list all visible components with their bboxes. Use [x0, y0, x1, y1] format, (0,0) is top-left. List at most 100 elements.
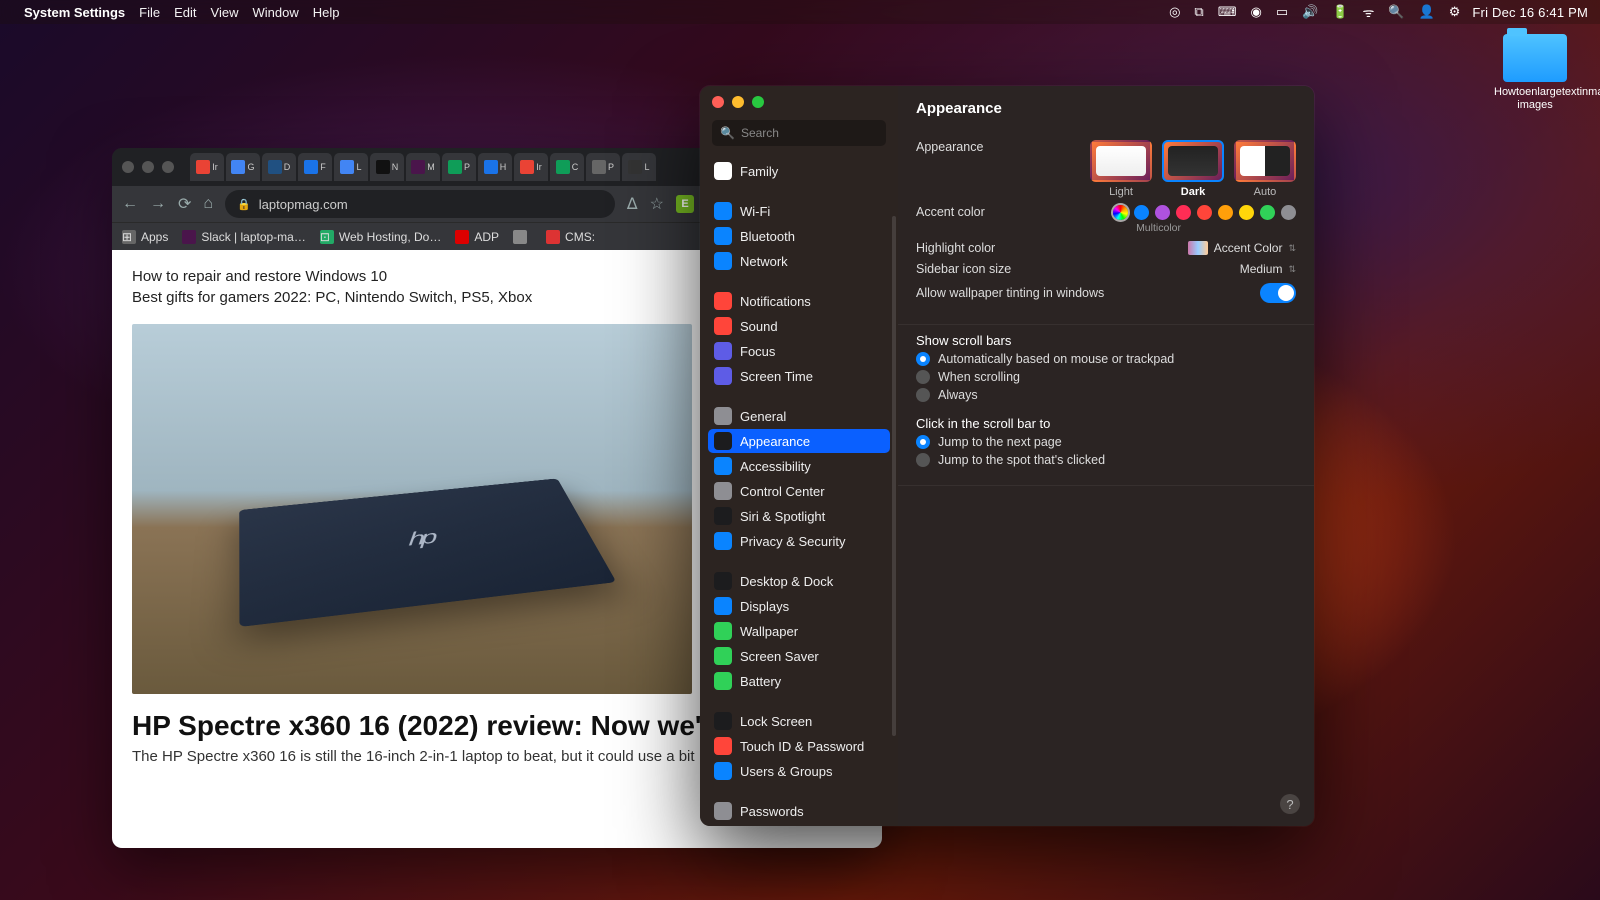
- browser-tab[interactable]: G: [226, 153, 260, 181]
- status-target-icon[interactable]: ◉: [1250, 4, 1261, 20]
- status-volume-icon[interactable]: 🔊: [1302, 4, 1318, 20]
- browser-tab[interactable]: P: [586, 153, 620, 181]
- scrollclick-option[interactable]: Jump to the next page: [916, 435, 1296, 449]
- browser-tab[interactable]: L: [334, 153, 368, 181]
- bookmark-item[interactable]: Slack | laptop-ma…: [182, 230, 306, 244]
- bookmark-label: CMS:: [565, 230, 595, 244]
- sidebar-item-accessibility[interactable]: Accessibility: [708, 454, 890, 478]
- share-button[interactable]: ᐃ: [627, 194, 638, 214]
- menu-help[interactable]: Help: [313, 5, 340, 20]
- bookmark-item[interactable]: ADP: [455, 230, 499, 244]
- accent-swatch[interactable]: [1281, 205, 1296, 220]
- menubar-clock[interactable]: Fri Dec 16 6:41 PM: [1472, 5, 1588, 20]
- accent-swatch[interactable]: [1176, 205, 1191, 220]
- reload-button[interactable]: ⟳: [178, 194, 191, 214]
- zoom-button[interactable]: [752, 96, 764, 108]
- forward-button[interactable]: →: [150, 195, 166, 213]
- status-app-icon[interactable]: ◎: [1169, 4, 1180, 20]
- accent-swatch[interactable]: [1260, 205, 1275, 220]
- sidebar-scrollbar[interactable]: [892, 216, 896, 736]
- sidebar-item-passwords[interactable]: Passwords: [708, 799, 890, 823]
- browser-tab[interactable]: D: [262, 153, 296, 181]
- sidebar-item-notifications[interactable]: Notifications: [708, 289, 890, 313]
- back-button[interactable]: ←: [122, 195, 138, 213]
- appearance-mode-auto[interactable]: Auto: [1234, 140, 1296, 198]
- minimize-button[interactable]: [732, 96, 744, 108]
- status-wifi-icon[interactable]: ᯤ: [1363, 3, 1375, 21]
- sidebar-item-touch-id-password[interactable]: Touch ID & Password: [708, 734, 890, 758]
- accent-swatch[interactable]: [1113, 205, 1128, 220]
- browser-tab[interactable]: Ir: [190, 153, 224, 181]
- bookmark-star-icon[interactable]: ☆: [650, 194, 664, 214]
- sidebar-item-siri-spotlight[interactable]: Siri & Spotlight: [708, 504, 890, 528]
- menu-edit[interactable]: Edit: [174, 5, 196, 20]
- browser-tab[interactable]: N: [370, 153, 404, 181]
- menu-window[interactable]: Window: [252, 5, 298, 20]
- bookmark-item[interactable]: ⊡Web Hosting, Do…: [320, 230, 442, 244]
- tint-toggle[interactable]: [1260, 283, 1296, 303]
- bookmark-item[interactable]: ⊞Apps: [122, 230, 168, 244]
- browser-tab[interactable]: C: [550, 153, 584, 181]
- status-control-center-icon[interactable]: ⚙: [1449, 4, 1461, 20]
- sidebar-item-icon: [714, 672, 732, 690]
- sidebar-item-wallpaper[interactable]: Wallpaper: [708, 619, 890, 643]
- status-battery-icon[interactable]: 🔋: [1332, 4, 1348, 20]
- sidebar-item-displays[interactable]: Displays: [708, 594, 890, 618]
- sidebar-item-wi-fi[interactable]: Wi-Fi: [708, 199, 890, 223]
- accent-swatch[interactable]: [1197, 205, 1212, 220]
- status-user-icon[interactable]: 👤: [1419, 4, 1435, 20]
- sidebar-item-screen-saver[interactable]: Screen Saver: [708, 644, 890, 668]
- browser-tab[interactable]: L: [622, 153, 656, 181]
- appearance-mode-dark[interactable]: Dark: [1162, 140, 1224, 198]
- browser-tab[interactable]: M: [406, 153, 440, 181]
- extension-icon[interactable]: E: [676, 195, 694, 213]
- bookmark-item[interactable]: [513, 230, 532, 244]
- home-button[interactable]: ⌂: [203, 195, 213, 213]
- status-spotlight-icon[interactable]: 🔍: [1388, 4, 1404, 20]
- search-input[interactable]: 🔍 Search: [712, 120, 886, 146]
- appearance-mode-light[interactable]: Light: [1090, 140, 1152, 198]
- radio-label: Always: [938, 388, 978, 402]
- accent-swatch[interactable]: [1239, 205, 1254, 220]
- address-bar[interactable]: 🔒 laptopmag.com: [225, 190, 615, 218]
- sidebar-item-screen-time[interactable]: Screen Time: [708, 364, 890, 388]
- sidebar-item-bluetooth[interactable]: Bluetooth: [708, 224, 890, 248]
- browser-tab[interactable]: H: [478, 153, 512, 181]
- sidebar-item-appearance[interactable]: Appearance: [708, 429, 890, 453]
- scrollclick-option[interactable]: Jump to the spot that's clicked: [916, 453, 1296, 467]
- sidebar-item-focus[interactable]: Focus: [708, 339, 890, 363]
- sidebar-item-desktop-dock[interactable]: Desktop & Dock: [708, 569, 890, 593]
- accent-swatch[interactable]: [1155, 205, 1170, 220]
- sidebar-item-family[interactable]: Family: [708, 159, 890, 183]
- sidebar-item-lock-screen[interactable]: Lock Screen: [708, 709, 890, 733]
- browser-tab[interactable]: Ir: [514, 153, 548, 181]
- sidebar-item-sound[interactable]: Sound: [708, 314, 890, 338]
- bookmark-item[interactable]: CMS:: [546, 230, 595, 244]
- help-button[interactable]: ?: [1280, 794, 1300, 814]
- accent-swatch[interactable]: [1134, 205, 1149, 220]
- close-button[interactable]: [712, 96, 724, 108]
- status-display-icon[interactable]: ▭: [1276, 4, 1288, 20]
- scrollbars-option[interactable]: Always: [916, 388, 1296, 402]
- sidebar-item-network[interactable]: Network: [708, 249, 890, 273]
- app-menu[interactable]: System Settings: [24, 5, 125, 20]
- status-screenshare-icon[interactable]: ⧉: [1194, 4, 1203, 20]
- accent-swatch[interactable]: [1218, 205, 1233, 220]
- sidebar-item-battery[interactable]: Battery: [708, 669, 890, 693]
- sidebar-item-users-groups[interactable]: Users & Groups: [708, 759, 890, 783]
- desktop-folder[interactable]: HowtoenlargetextinmacOS images: [1494, 34, 1576, 112]
- menu-view[interactable]: View: [211, 5, 239, 20]
- browser-tab[interactable]: P: [442, 153, 476, 181]
- status-keyboard-icon[interactable]: ⌨: [1218, 4, 1237, 20]
- sidebar-item-control-center[interactable]: Control Center: [708, 479, 890, 503]
- sidebar-item-privacy-security[interactable]: Privacy & Security: [708, 529, 890, 553]
- window-controls[interactable]: [712, 96, 886, 108]
- menu-file[interactable]: File: [139, 5, 160, 20]
- iconsize-popup[interactable]: Medium ⇅: [1240, 262, 1296, 276]
- scrollbars-option[interactable]: Automatically based on mouse or trackpad: [916, 352, 1296, 366]
- window-controls-inactive[interactable]: [122, 161, 174, 173]
- browser-tab[interactable]: F: [298, 153, 332, 181]
- sidebar-item-general[interactable]: General: [708, 404, 890, 428]
- scrollbars-option[interactable]: When scrolling: [916, 370, 1296, 384]
- highlight-popup[interactable]: Accent Color ⇅: [1188, 241, 1296, 255]
